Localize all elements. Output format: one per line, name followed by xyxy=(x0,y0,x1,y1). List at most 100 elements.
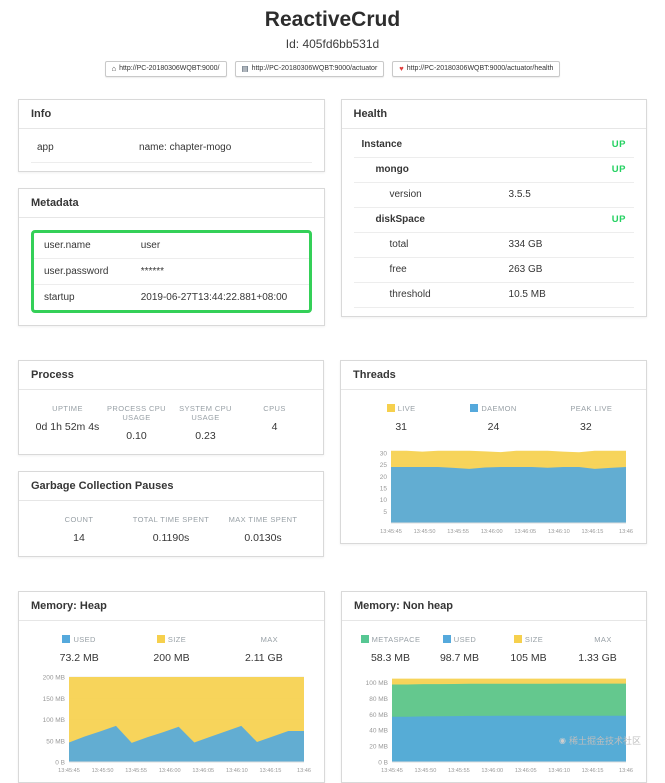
endpoint-link-health[interactable]: ♥ http://PC-20180306WQBT:9000/actuator/h… xyxy=(392,61,561,77)
endpoint-link-label: http://PC-20180306WQBT:9000/ xyxy=(119,65,220,73)
memory-heap-chart: 200 MB 150 MB 100 MB 50 MB 0 B 13:45:45 13:45:… xyxy=(31,672,312,774)
stat-gc-max-time: MAX TIME SPENT 0.0130s xyxy=(228,514,298,544)
svg-text:50 MB: 50 MB xyxy=(46,738,65,745)
stat-cpus: CPUS 4 xyxy=(263,403,286,433)
status-badge: UP xyxy=(611,164,626,175)
health-value: 10.5 MB xyxy=(508,289,546,300)
health-value: 263 GB xyxy=(508,264,543,275)
row-process-threads: Process UPTIME 0d 1h 52m 4s PROCESS CPU … xyxy=(18,359,647,557)
info-key: app xyxy=(37,141,54,153)
svg-text:100 MB: 100 MB xyxy=(43,717,65,724)
svg-text:13:46:05: 13:46:05 xyxy=(192,768,214,774)
watermark-text: 稀土掘金技术社区 xyxy=(568,736,641,746)
legend-heap-size: SIZE 200 MB xyxy=(153,634,190,664)
endpoint-link-actuator[interactable]: ▤ http://PC-20180306WQBT:9000/actuator xyxy=(234,61,385,77)
legend-nonheap-used: USED 98.7 MB xyxy=(439,634,480,664)
dashboard-content: Info app name: chapter-mogo Metadata use… xyxy=(0,98,665,783)
health-row-threshold: threshold 10.5 MB xyxy=(353,283,634,308)
svg-text:5: 5 xyxy=(383,508,387,515)
heart-icon: ♥ xyxy=(399,64,404,73)
juejin-logo-icon: ◉ xyxy=(559,736,566,745)
memory-nonheap-panel: Memory: Non heap METASPACE 58.3 MB USED … xyxy=(341,590,647,783)
health-value: 3.5.5 xyxy=(508,189,531,200)
svg-text:13:46:15: 13:46:15 xyxy=(260,768,282,774)
svg-text:60 MB: 60 MB xyxy=(369,711,388,718)
threads-panel-title: Threads xyxy=(341,361,646,390)
svg-text:80 MB: 80 MB xyxy=(369,695,388,702)
app-title: ReactiveCrud xyxy=(264,8,401,31)
legend-nonheap-max: MAX 1.33 GB xyxy=(578,634,617,664)
row-memory: Memory: Heap USED 73.2 MB SIZE 200 MB MA… xyxy=(18,590,647,783)
metadata-panel-title: Metadata xyxy=(19,189,324,218)
status-badge: UP xyxy=(611,139,626,150)
watermark: ◉ 稀土掘金技术社区 xyxy=(559,734,641,747)
svg-text:150 MB: 150 MB xyxy=(43,695,65,702)
threads-chart: 30 25 20 15 10 5 13:45:45 13:45:50 13:45:55 13:46… xyxy=(353,441,634,535)
health-label: mongo xyxy=(375,164,409,175)
health-row-diskspace: diskSpace UP xyxy=(353,208,634,233)
svg-text:13:45:45: 13:45:45 xyxy=(58,768,80,774)
book-icon: ▤ xyxy=(241,64,249,73)
legend-swatch xyxy=(386,404,395,412)
svg-text:13:46:00: 13:46:00 xyxy=(481,529,503,535)
endpoint-links: ⌂ http://PC-20180306WQBT:9000/ ▤ http://… xyxy=(0,61,665,77)
instance-id: Id: 405fd6bb531d xyxy=(285,37,380,51)
status-badge: UP xyxy=(611,214,626,225)
svg-text:200 MB: 200 MB xyxy=(43,674,65,681)
health-row-total: total 334 GB xyxy=(353,233,634,258)
legend-heap-used: USED 73.2 MB xyxy=(59,634,99,664)
metadata-row: user.name user xyxy=(34,233,309,259)
svg-text:13:45:50: 13:45:50 xyxy=(415,768,437,774)
threads-panel: Threads LIVE 31 DAEMON 24 PEAK LIVE 32 3… xyxy=(340,359,647,544)
info-panel-title: Info xyxy=(19,100,324,129)
svg-text:30: 30 xyxy=(380,450,388,457)
svg-text:13:46:10: 13:46:10 xyxy=(226,768,248,774)
svg-text:13:46: 13:46 xyxy=(619,768,633,774)
svg-text:13:46:15: 13:46:15 xyxy=(582,768,604,774)
svg-text:13:45:55: 13:45:55 xyxy=(125,768,147,774)
stat-uptime: UPTIME 0d 1h 52m 4s xyxy=(35,403,100,433)
legend-daemon: DAEMON 24 xyxy=(447,404,539,433)
metadata-panel: Metadata user.name user user.password **… xyxy=(18,187,325,326)
endpoint-link-root[interactable]: ⌂ http://PC-20180306WQBT:9000/ xyxy=(104,61,227,77)
svg-text:20: 20 xyxy=(380,473,388,480)
svg-text:15: 15 xyxy=(380,485,388,492)
health-row-version: version 3.5.5 xyxy=(353,183,634,208)
stat-gc-count: COUNT 14 xyxy=(64,514,94,544)
metadata-value: ****** xyxy=(140,265,165,277)
stat-process-cpu: PROCESS CPU USAGE 0.10 xyxy=(107,403,166,442)
row-info-health: Info app name: chapter-mogo Metadata use… xyxy=(18,98,647,326)
stat-system-cpu: SYSTEM CPU USAGE 0.23 xyxy=(179,403,232,442)
metadata-key: startup xyxy=(44,291,75,303)
memory-heap-panel: Memory: Heap USED 73.2 MB SIZE 200 MB MA… xyxy=(18,590,325,783)
health-label: diskSpace xyxy=(375,214,425,225)
health-label: free xyxy=(389,264,407,275)
metadata-row: startup 2019-06-27T13:44:22.881+08:00 xyxy=(34,285,309,310)
endpoint-link-label: http://PC-20180306WQBT:9000/actuator/hea… xyxy=(406,65,554,73)
health-value: 334 GB xyxy=(508,239,543,250)
home-icon: ⌂ xyxy=(111,64,117,73)
health-label: threshold xyxy=(389,289,431,300)
legend-swatch xyxy=(156,635,165,643)
health-panel: Health Instance UP mongo UP version 3.5.… xyxy=(340,98,647,317)
svg-text:13:46: 13:46 xyxy=(619,529,633,535)
legend-swatch xyxy=(442,635,451,643)
gc-panel-title: Garbage Collection Pauses xyxy=(19,472,323,501)
process-panel: Process UPTIME 0d 1h 52m 4s PROCESS CPU … xyxy=(18,359,324,455)
legend-swatch xyxy=(62,635,71,643)
info-value: name: chapter-mogo xyxy=(139,141,232,153)
metadata-value: 2019-06-27T13:44:22.881+08:00 xyxy=(140,291,288,303)
process-panel-title: Process xyxy=(19,361,323,390)
memory-nonheap-chart: 100 MB 80 MB 60 MB 40 MB 20 MB 0 B 13:45:45 13:… xyxy=(354,672,634,774)
legend-live: LIVE 31 xyxy=(355,404,447,433)
svg-text:13:46:15: 13:46:15 xyxy=(582,529,604,535)
svg-text:13:46:00: 13:46:00 xyxy=(481,768,503,774)
legend-swatch xyxy=(360,635,369,643)
svg-text:13:46:10: 13:46:10 xyxy=(548,768,570,774)
legend-heap-max: MAX 2.11 GB xyxy=(244,634,283,664)
health-label: version xyxy=(389,189,422,200)
svg-text:13:45:55: 13:45:55 xyxy=(448,768,470,774)
info-row: app name: chapter-mogo xyxy=(31,133,312,163)
svg-text:13:45:45: 13:45:45 xyxy=(380,529,402,535)
memory-heap-panel-title: Memory: Heap xyxy=(19,592,324,621)
